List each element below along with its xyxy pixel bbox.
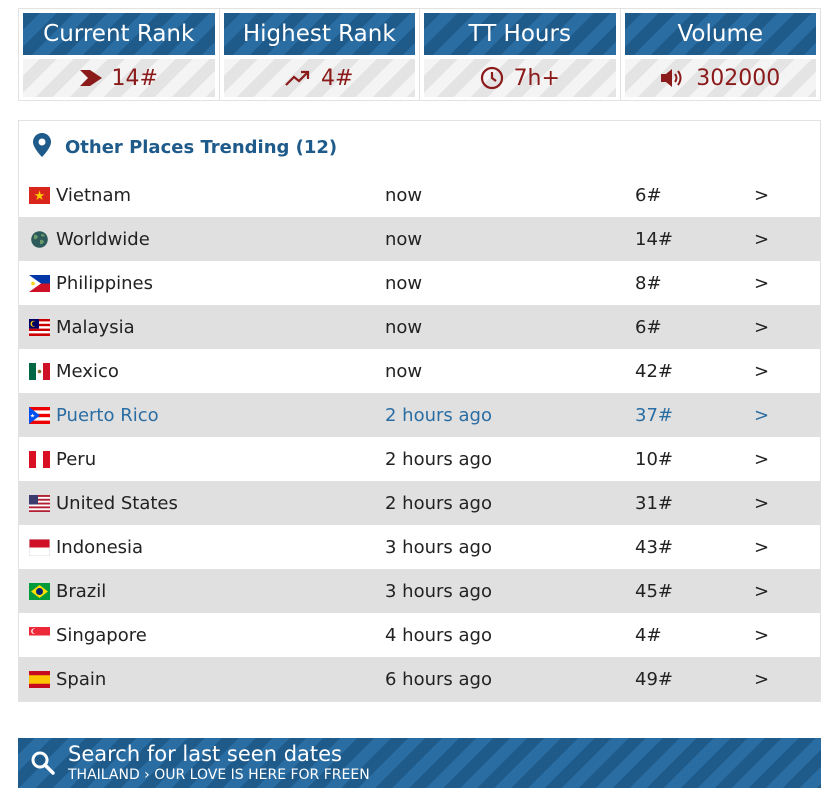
stat-label: Volume xyxy=(624,13,816,55)
places-title: Other Places Trending (12) xyxy=(65,136,338,158)
other-places-panel: Other Places Trending (12) Vietnam now 6… xyxy=(18,120,821,702)
row-arrow: > xyxy=(754,360,770,382)
row-arrow: > xyxy=(754,228,770,250)
row-arrow: > xyxy=(754,404,770,426)
row-arrow: > xyxy=(754,580,770,602)
place-rank: 8# xyxy=(635,272,662,294)
brazil-flag-icon xyxy=(29,582,50,600)
place-name: Puerto Rico xyxy=(56,404,159,426)
row-arrow: > xyxy=(754,536,770,558)
stat-value: 14# xyxy=(111,65,158,91)
indonesia-flag-icon xyxy=(29,538,50,556)
singapore-flag-icon xyxy=(29,626,50,644)
stat-value: 302000 xyxy=(696,65,781,91)
stat-current-rank: Current Rank 14# xyxy=(19,9,220,100)
clock-icon xyxy=(480,66,504,90)
place-time: 3 hours ago xyxy=(385,580,492,602)
row-arrow: > xyxy=(754,448,770,470)
place-rank: 6# xyxy=(635,316,662,338)
place-rank: 42# xyxy=(635,360,673,382)
place-time: 3 hours ago xyxy=(385,536,492,558)
place-rank: 6# xyxy=(635,184,662,206)
place-row-malaysia[interactable]: Malaysia now 6# > xyxy=(19,305,820,349)
place-row-mexico[interactable]: Mexico now 42# > xyxy=(19,349,820,393)
place-name: Malaysia xyxy=(56,316,135,338)
place-row-vietnam[interactable]: Vietnam now 6# > xyxy=(19,173,820,217)
place-time: now xyxy=(385,360,423,382)
place-name: Spain xyxy=(56,668,107,690)
stat-tt-hours: TT Hours 7h+ xyxy=(420,9,621,100)
place-rank: 4# xyxy=(635,624,662,646)
speaker-icon xyxy=(660,68,686,88)
place-name: Brazil xyxy=(56,580,107,602)
stat-label: Highest Rank xyxy=(223,13,415,55)
stat-label: TT Hours xyxy=(424,13,616,55)
place-time: 2 hours ago xyxy=(385,404,492,426)
place-name: United States xyxy=(56,492,178,514)
place-time: now xyxy=(385,272,423,294)
chevron-right-icon xyxy=(79,70,102,86)
row-arrow: > xyxy=(754,184,770,206)
place-row-united-states[interactable]: United States 2 hours ago 31# > xyxy=(19,481,820,525)
place-rank: 14# xyxy=(635,228,673,250)
stat-highest-rank: Highest Rank 4# xyxy=(220,9,420,100)
vietnam-flag-icon xyxy=(29,186,50,204)
place-name: Singapore xyxy=(56,624,147,646)
united-states-flag-icon xyxy=(29,494,50,512)
row-arrow: > xyxy=(754,624,770,646)
place-rank: 43# xyxy=(635,536,673,558)
stat-label: Current Rank xyxy=(23,13,215,55)
place-time: now xyxy=(385,228,423,250)
row-arrow: > xyxy=(754,492,770,514)
place-time: now xyxy=(385,184,423,206)
place-row-peru[interactable]: Peru 2 hours ago 10# > xyxy=(19,437,820,481)
stat-volume: Volume 302000 xyxy=(621,9,821,100)
place-time: 2 hours ago xyxy=(385,492,492,514)
place-row-puerto-rico[interactable]: Puerto Rico 2 hours ago 37# > xyxy=(19,393,820,437)
place-time: 4 hours ago xyxy=(385,624,492,646)
place-rank: 10# xyxy=(635,448,673,470)
row-arrow: > xyxy=(754,668,770,690)
search-title: Search for last seen dates xyxy=(68,742,342,766)
place-rank: 37# xyxy=(635,404,673,426)
trend-up-icon xyxy=(285,70,311,86)
row-arrow: > xyxy=(754,272,770,294)
place-row-indonesia[interactable]: Indonesia 3 hours ago 43# > xyxy=(19,525,820,569)
place-time: now xyxy=(385,316,423,338)
place-name: Philippines xyxy=(56,272,153,294)
stats-bar: Current Rank 14# Highest Rank 4# TT Hour… xyxy=(18,8,821,101)
place-name: Worldwide xyxy=(56,228,150,250)
place-name: Indonesia xyxy=(56,536,144,558)
place-row-singapore[interactable]: Singapore 4 hours ago 4# > xyxy=(19,613,820,657)
place-rank: 31# xyxy=(635,492,673,514)
puerto-rico-flag-icon xyxy=(29,406,50,424)
row-arrow: > xyxy=(754,316,770,338)
search-last-seen-banner[interactable]: Search for last seen dates THAILAND › OU… xyxy=(18,738,821,788)
map-pin-icon xyxy=(33,132,51,162)
search-icon xyxy=(18,750,68,776)
search-subtitle: THAILAND › OUR LOVE IS HERE FOR FREEN xyxy=(68,767,370,783)
place-row-spain[interactable]: Spain 6 hours ago 49# > xyxy=(19,657,820,701)
place-time: 6 hours ago xyxy=(385,668,492,690)
peru-flag-icon xyxy=(29,450,50,468)
globe-icon xyxy=(31,230,48,248)
stat-value: 7h+ xyxy=(513,65,560,91)
places-header: Other Places Trending (12) xyxy=(19,121,820,173)
place-name: Vietnam xyxy=(56,184,132,206)
malaysia-flag-icon xyxy=(29,318,50,336)
place-row-brazil[interactable]: Brazil 3 hours ago 45# > xyxy=(19,569,820,613)
place-name: Mexico xyxy=(56,360,119,382)
mexico-flag-icon xyxy=(29,362,50,380)
place-name: Peru xyxy=(56,448,97,470)
place-time: 2 hours ago xyxy=(385,448,492,470)
place-row-worldwide[interactable]: Worldwide now 14# > xyxy=(19,217,820,261)
spain-flag-icon xyxy=(29,670,50,688)
place-row-philippines[interactable]: Philippines now 8# > xyxy=(19,261,820,305)
philippines-flag-icon xyxy=(29,274,50,292)
place-rank: 45# xyxy=(635,580,673,602)
place-rank: 49# xyxy=(635,668,673,690)
stat-value: 4# xyxy=(321,65,354,91)
